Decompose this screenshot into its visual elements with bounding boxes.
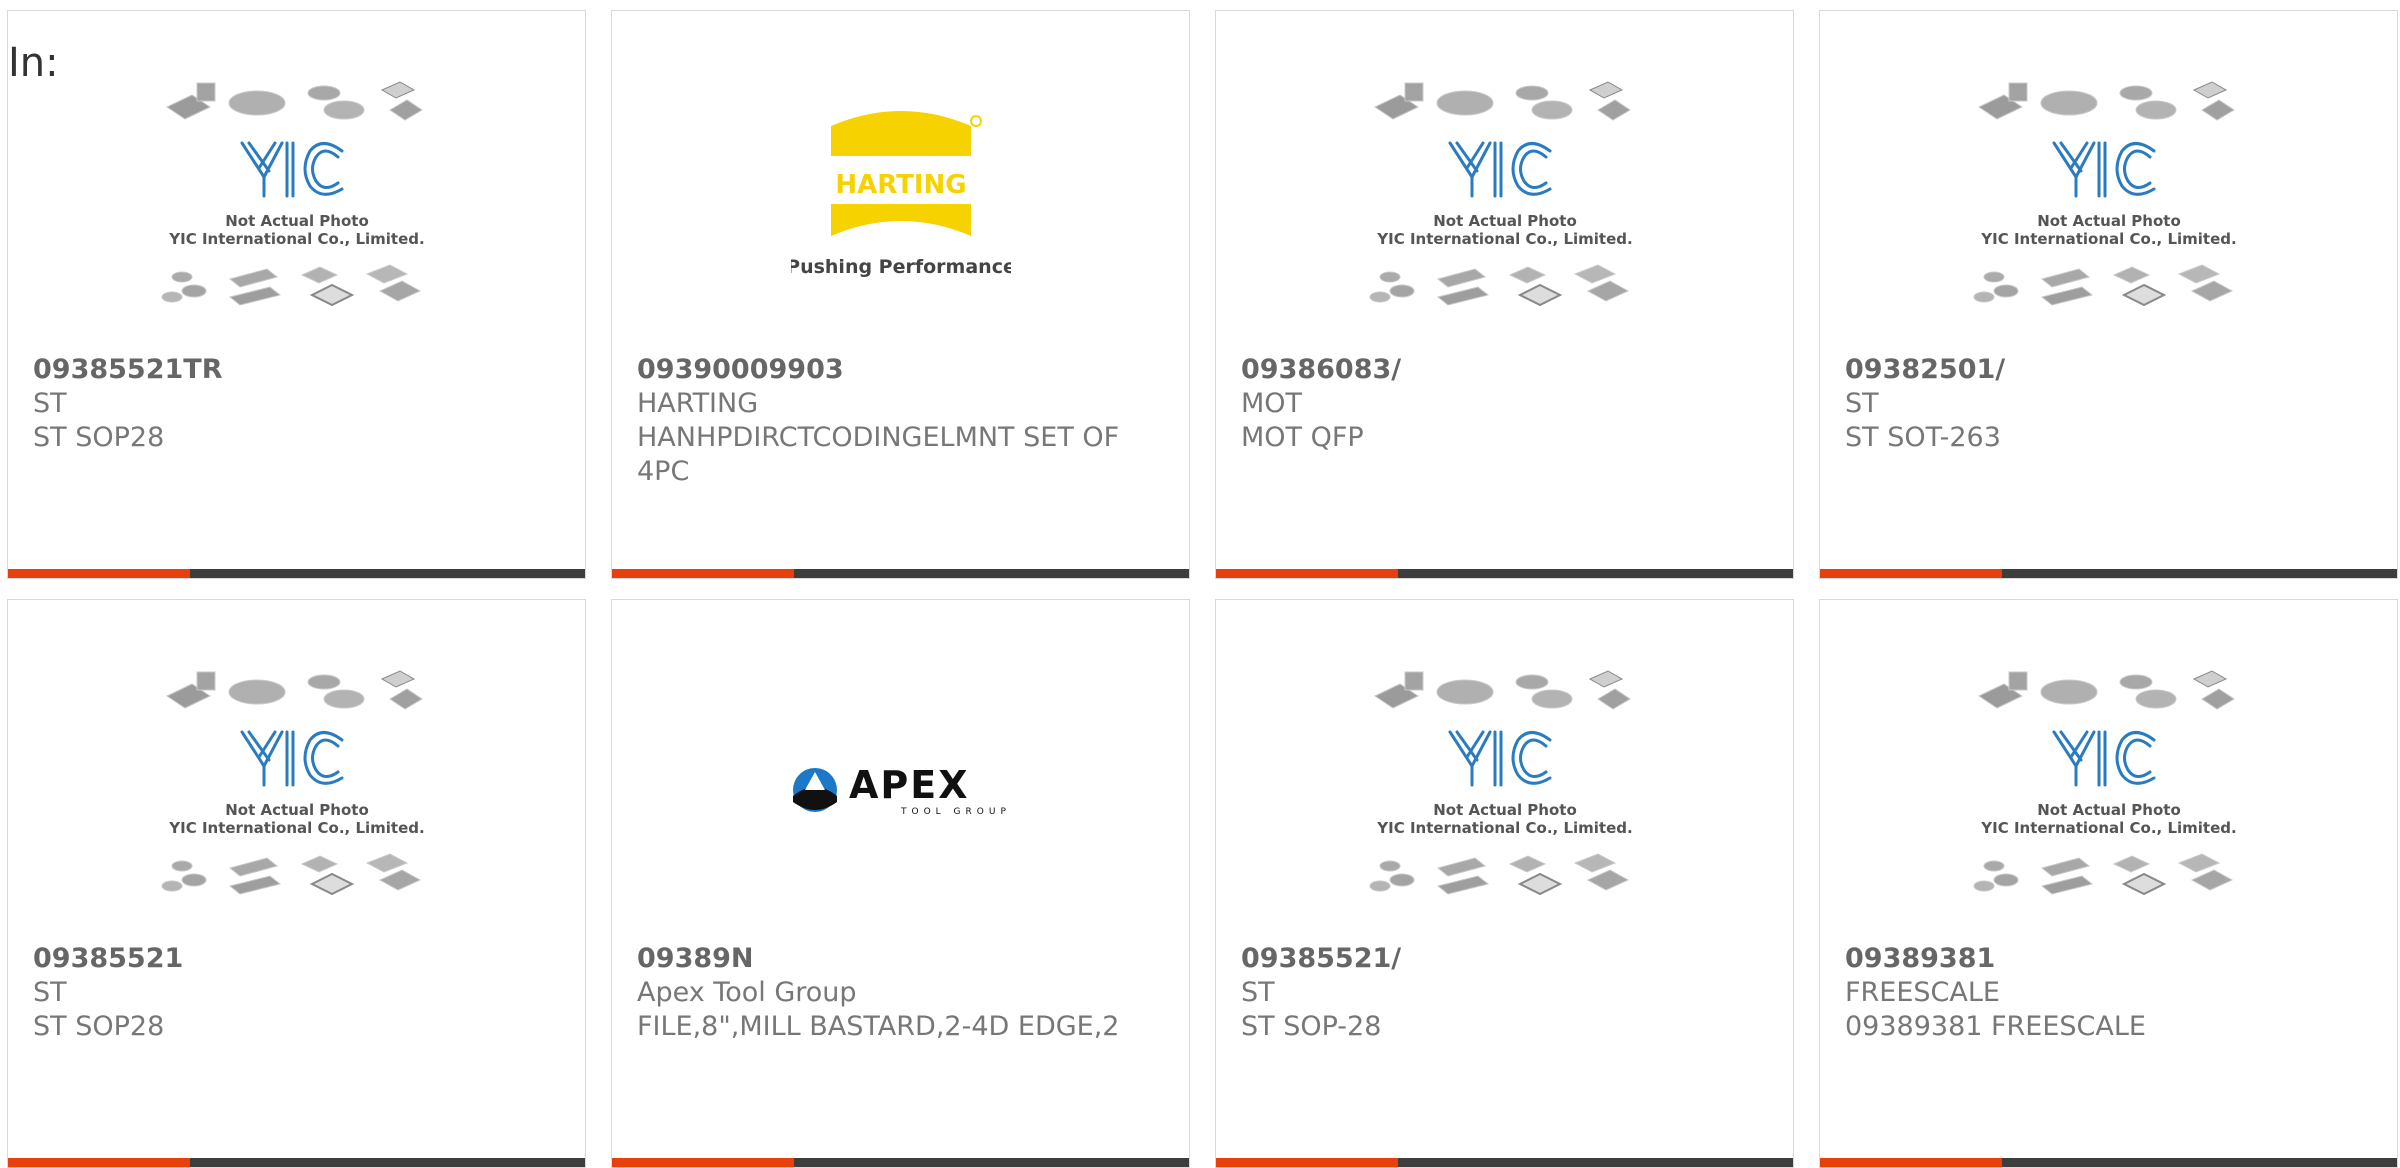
part-number[interactable]: 09385521/: [1241, 942, 1773, 976]
product-thumbnail: Not Actual Photo YIC International Co., …: [1216, 640, 1793, 940]
yic-placeholder-image: Not Actual Photo YIC International Co., …: [1369, 670, 1632, 896]
part-number[interactable]: 09385521: [33, 942, 565, 976]
card-accent: [1216, 569, 1398, 578]
in-label: In:: [8, 40, 59, 86]
yic-placeholder-image: Not Actual Photo YIC International Co., …: [1369, 81, 1632, 307]
description: ST SOP28: [33, 1011, 165, 1042]
svg-text:Not Actual Photo: Not Actual Photo: [1433, 212, 1577, 230]
manufacturer: HARTING: [637, 388, 759, 419]
card-accent: [8, 1158, 190, 1167]
description: HANHPDIRCTCODINGELMNT SET OF 4PC: [637, 422, 1120, 487]
svg-text:TOOL GROUP: TOOL GROUP: [900, 807, 1011, 817]
product-card[interactable]: Not Actual Photo YIC International Co., …: [1819, 599, 2398, 1168]
manufacturer: ST: [1845, 388, 1879, 419]
card-bottom-bar: [1216, 1158, 1793, 1167]
manufacturer: Apex Tool Group: [637, 977, 857, 1008]
description: ST SOP-28: [1241, 1011, 1382, 1042]
description: FILE,8",MILL BASTARD,2-4D EDGE,2: [637, 1011, 1120, 1042]
product-card[interactable]: Not Actual Photo YIC International Co., …: [1819, 10, 2398, 579]
product-card[interactable]: HARTING Pushing Performance 09390009903 …: [611, 10, 1190, 579]
card-accent: [8, 569, 190, 578]
svg-text:YIC International Co., Limited: YIC International Co., Limited.: [1980, 230, 2236, 248]
svg-text:YIC International Co., Limited: YIC International Co., Limited.: [1376, 230, 1632, 248]
yic-placeholder-image: Not Actual Photo YIC International Co., …: [161, 81, 424, 307]
product-thumbnail: HARTING Pushing Performance: [612, 51, 1189, 351]
card-accent: [612, 1158, 794, 1167]
manufacturer: ST: [1241, 977, 1275, 1008]
svg-text:HARTING: HARTING: [835, 170, 966, 200]
description: ST SOP28: [33, 422, 165, 453]
yic-placeholder-image: Not Actual Photo YIC International Co., …: [161, 670, 424, 896]
part-number[interactable]: 09385521TR: [33, 353, 565, 387]
manufacturer: ST: [33, 977, 67, 1008]
product-card[interactable]: Not Actual Photo YIC International Co., …: [1215, 10, 1794, 579]
product-thumbnail: Not Actual Photo YIC International Co., …: [1820, 51, 2397, 351]
yic-placeholder-image: Not Actual Photo YIC International Co., …: [1973, 670, 2236, 896]
part-number[interactable]: 09382501/: [1845, 353, 2377, 387]
svg-text:APEX: APEX: [849, 763, 970, 807]
description: MOT QFP: [1241, 422, 1364, 453]
manufacturer: MOT: [1241, 388, 1303, 419]
svg-text:YIC International Co., Limited: YIC International Co., Limited.: [1980, 819, 2236, 837]
product-grid: Not Actual Photo YIC International Co., …: [7, 10, 2400, 1168]
svg-text:Not Actual Photo: Not Actual Photo: [1433, 801, 1577, 819]
card-bottom-bar: [1216, 569, 1793, 578]
part-number[interactable]: 09389N: [637, 942, 1169, 976]
card-accent: [612, 569, 794, 578]
product-thumbnail: Not Actual Photo YIC International Co., …: [1216, 51, 1793, 351]
svg-text:Not Actual Photo: Not Actual Photo: [225, 212, 369, 230]
product-card[interactable]: Not Actual Photo YIC International Co., …: [1215, 599, 1794, 1168]
card-bottom-bar: [1820, 569, 2397, 578]
card-accent: [1820, 569, 2002, 578]
apex-logo: APEX TOOL GROUP: [792, 763, 1011, 817]
part-number[interactable]: 09390009903: [637, 353, 1169, 387]
svg-text:YIC International Co., Limited: YIC International Co., Limited.: [168, 230, 424, 248]
product-thumbnail: APEX TOOL GROUP: [612, 640, 1189, 940]
description: 09389381 FREESCALE: [1845, 1011, 2146, 1042]
product-thumbnail: Not Actual Photo YIC International Co., …: [8, 51, 585, 351]
svg-text:YIC International Co., Limited: YIC International Co., Limited.: [1376, 819, 1632, 837]
card-bottom-bar: [612, 1158, 1189, 1167]
card-bottom-bar: [8, 1158, 585, 1167]
svg-text:Not Actual Photo: Not Actual Photo: [2037, 801, 2181, 819]
product-thumbnail: Not Actual Photo YIC International Co., …: [8, 640, 585, 940]
card-accent: [1820, 1158, 2002, 1167]
card-accent: [1216, 1158, 1398, 1167]
card-bottom-bar: [1820, 1158, 2397, 1167]
svg-text:Not Actual Photo: Not Actual Photo: [225, 801, 369, 819]
part-number[interactable]: 09389381: [1845, 942, 2377, 976]
product-card[interactable]: Not Actual Photo YIC International Co., …: [7, 599, 586, 1168]
card-bottom-bar: [612, 569, 1189, 578]
product-thumbnail: Not Actual Photo YIC International Co., …: [1820, 640, 2397, 940]
manufacturer: FREESCALE: [1845, 977, 2000, 1008]
manufacturer: ST: [33, 388, 67, 419]
part-number[interactable]: 09386083/: [1241, 353, 1773, 387]
harting-logo: HARTING Pushing Performance: [791, 111, 1011, 278]
svg-text:Not Actual Photo: Not Actual Photo: [2037, 212, 2181, 230]
svg-text:Pushing Performance: Pushing Performance: [791, 256, 1011, 278]
product-card[interactable]: Not Actual Photo YIC International Co., …: [7, 10, 586, 579]
product-card[interactable]: APEX TOOL GROUP 09389N Apex Tool Group F…: [611, 599, 1190, 1168]
description: ST SOT-263: [1845, 422, 2001, 453]
yic-placeholder-image: Not Actual Photo YIC International Co., …: [1973, 81, 2236, 307]
card-bottom-bar: [8, 569, 585, 578]
svg-text:YIC International Co., Limited: YIC International Co., Limited.: [168, 819, 424, 837]
